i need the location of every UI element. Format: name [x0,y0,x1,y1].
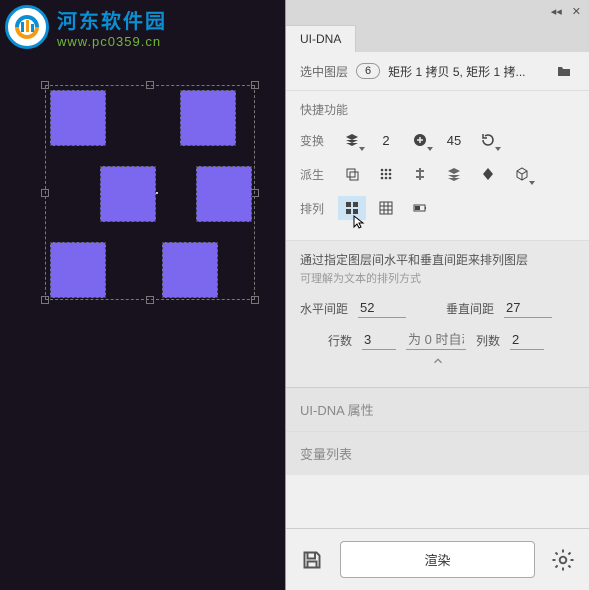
rotate-icon[interactable] [474,128,502,152]
stack-icon[interactable] [440,162,468,186]
resize-handle[interactable] [41,296,49,304]
shape-rect[interactable] [100,166,156,222]
grid-row: 行数 列数 [300,330,575,350]
variable-list-header[interactable]: 变量列表 [286,431,589,475]
ui-dna-attributes-header[interactable]: UI-DNA 属性 [286,387,589,431]
transform-value-1[interactable]: 2 [372,133,400,148]
gear-icon[interactable] [551,548,575,572]
logo-area: 河东软件园 www.pc0359.cn [5,5,167,49]
canvas-selection[interactable] [45,85,255,300]
quick-functions-section: 快捷功能 变换 2 45 派生 排列 [286,91,589,241]
logo-icon [5,5,49,49]
panel-topbar: ◂◂ ✕ [286,0,589,22]
tab-ui-dna[interactable]: UI-DNA [286,25,356,52]
resize-handle[interactable] [251,81,259,89]
collapse-toggle[interactable] [300,350,575,377]
cols-input[interactable] [510,330,544,350]
cube-icon[interactable] [508,162,536,186]
shape-rect[interactable] [196,166,252,222]
arrange-desc-2: 可理解为文本的排列方式 [300,270,575,286]
diamond-icon[interactable] [474,162,502,186]
shape-rect[interactable] [162,242,218,298]
transform-row: 变换 2 45 [300,128,575,152]
transform-value-2[interactable]: 45 [440,133,468,148]
transform-label: 变换 [300,132,332,149]
save-icon[interactable] [300,548,324,572]
derive-label: 派生 [300,166,332,183]
align-center-icon[interactable] [406,162,434,186]
resize-handle[interactable] [41,189,49,197]
rows-label: 行数 [328,332,352,349]
cols-label: 列数 [476,332,500,349]
resize-handle[interactable] [146,296,154,304]
copy-icon[interactable] [338,162,366,186]
folder-icon[interactable] [553,60,575,82]
bottom-bar: 渲染 [286,528,589,590]
plus-circle-icon[interactable] [406,128,434,152]
auto-placeholder-input[interactable] [406,330,466,350]
shape-rect[interactable] [180,90,236,146]
side-panel: ◂◂ ✕ UI-DNA 选中图层 6 矩形 1 拷贝 5, 矩形 1 拷... … [285,0,589,590]
resize-handle[interactable] [146,81,154,89]
v-spacing-label: 垂直间距 [446,300,494,317]
render-button[interactable]: 渲染 [340,541,535,578]
h-spacing-label: 水平间距 [300,300,348,317]
arrange-desc-1: 通过指定图层间水平和垂直间距来排列图层 [300,251,575,268]
selection-count-badge: 6 [356,63,380,79]
resize-handle[interactable] [251,296,259,304]
close-icon[interactable]: ✕ [572,5,581,18]
logo-url: www.pc0359.cn [57,34,167,49]
quick-functions-title: 快捷功能 [300,101,575,118]
grid-dots-icon[interactable] [372,162,400,186]
selection-section: 选中图层 6 矩形 1 拷贝 5, 矩形 1 拷... [286,52,589,91]
resize-handle[interactable] [41,81,49,89]
logo-title: 河东软件园 [57,5,167,34]
arrange-row: 排列 [300,196,575,220]
grid-2x2-icon[interactable] [338,196,366,220]
layers-icon[interactable] [338,128,366,152]
h-spacing-input[interactable] [358,298,406,318]
selection-label: 选中图层 [300,63,348,80]
battery-icon[interactable] [406,196,434,220]
derive-row: 派生 [300,162,575,186]
resize-handle[interactable] [251,189,259,197]
grid-3x3-icon[interactable] [372,196,400,220]
arrange-description-section: 通过指定图层间水平和垂直间距来排列图层 可理解为文本的排列方式 水平间距 垂直间… [286,241,589,387]
arrange-label: 排列 [300,200,332,217]
collapse-icon[interactable]: ◂◂ [551,5,562,18]
v-spacing-input[interactable] [504,298,552,318]
shape-rect[interactable] [50,90,106,146]
selection-text: 矩形 1 拷贝 5, 矩形 1 拷... [388,63,545,80]
spacing-row: 水平间距 垂直间距 [300,298,575,318]
panel-tabs: UI-DNA [286,22,589,52]
shape-rect[interactable] [50,242,106,298]
rows-input[interactable] [362,330,396,350]
